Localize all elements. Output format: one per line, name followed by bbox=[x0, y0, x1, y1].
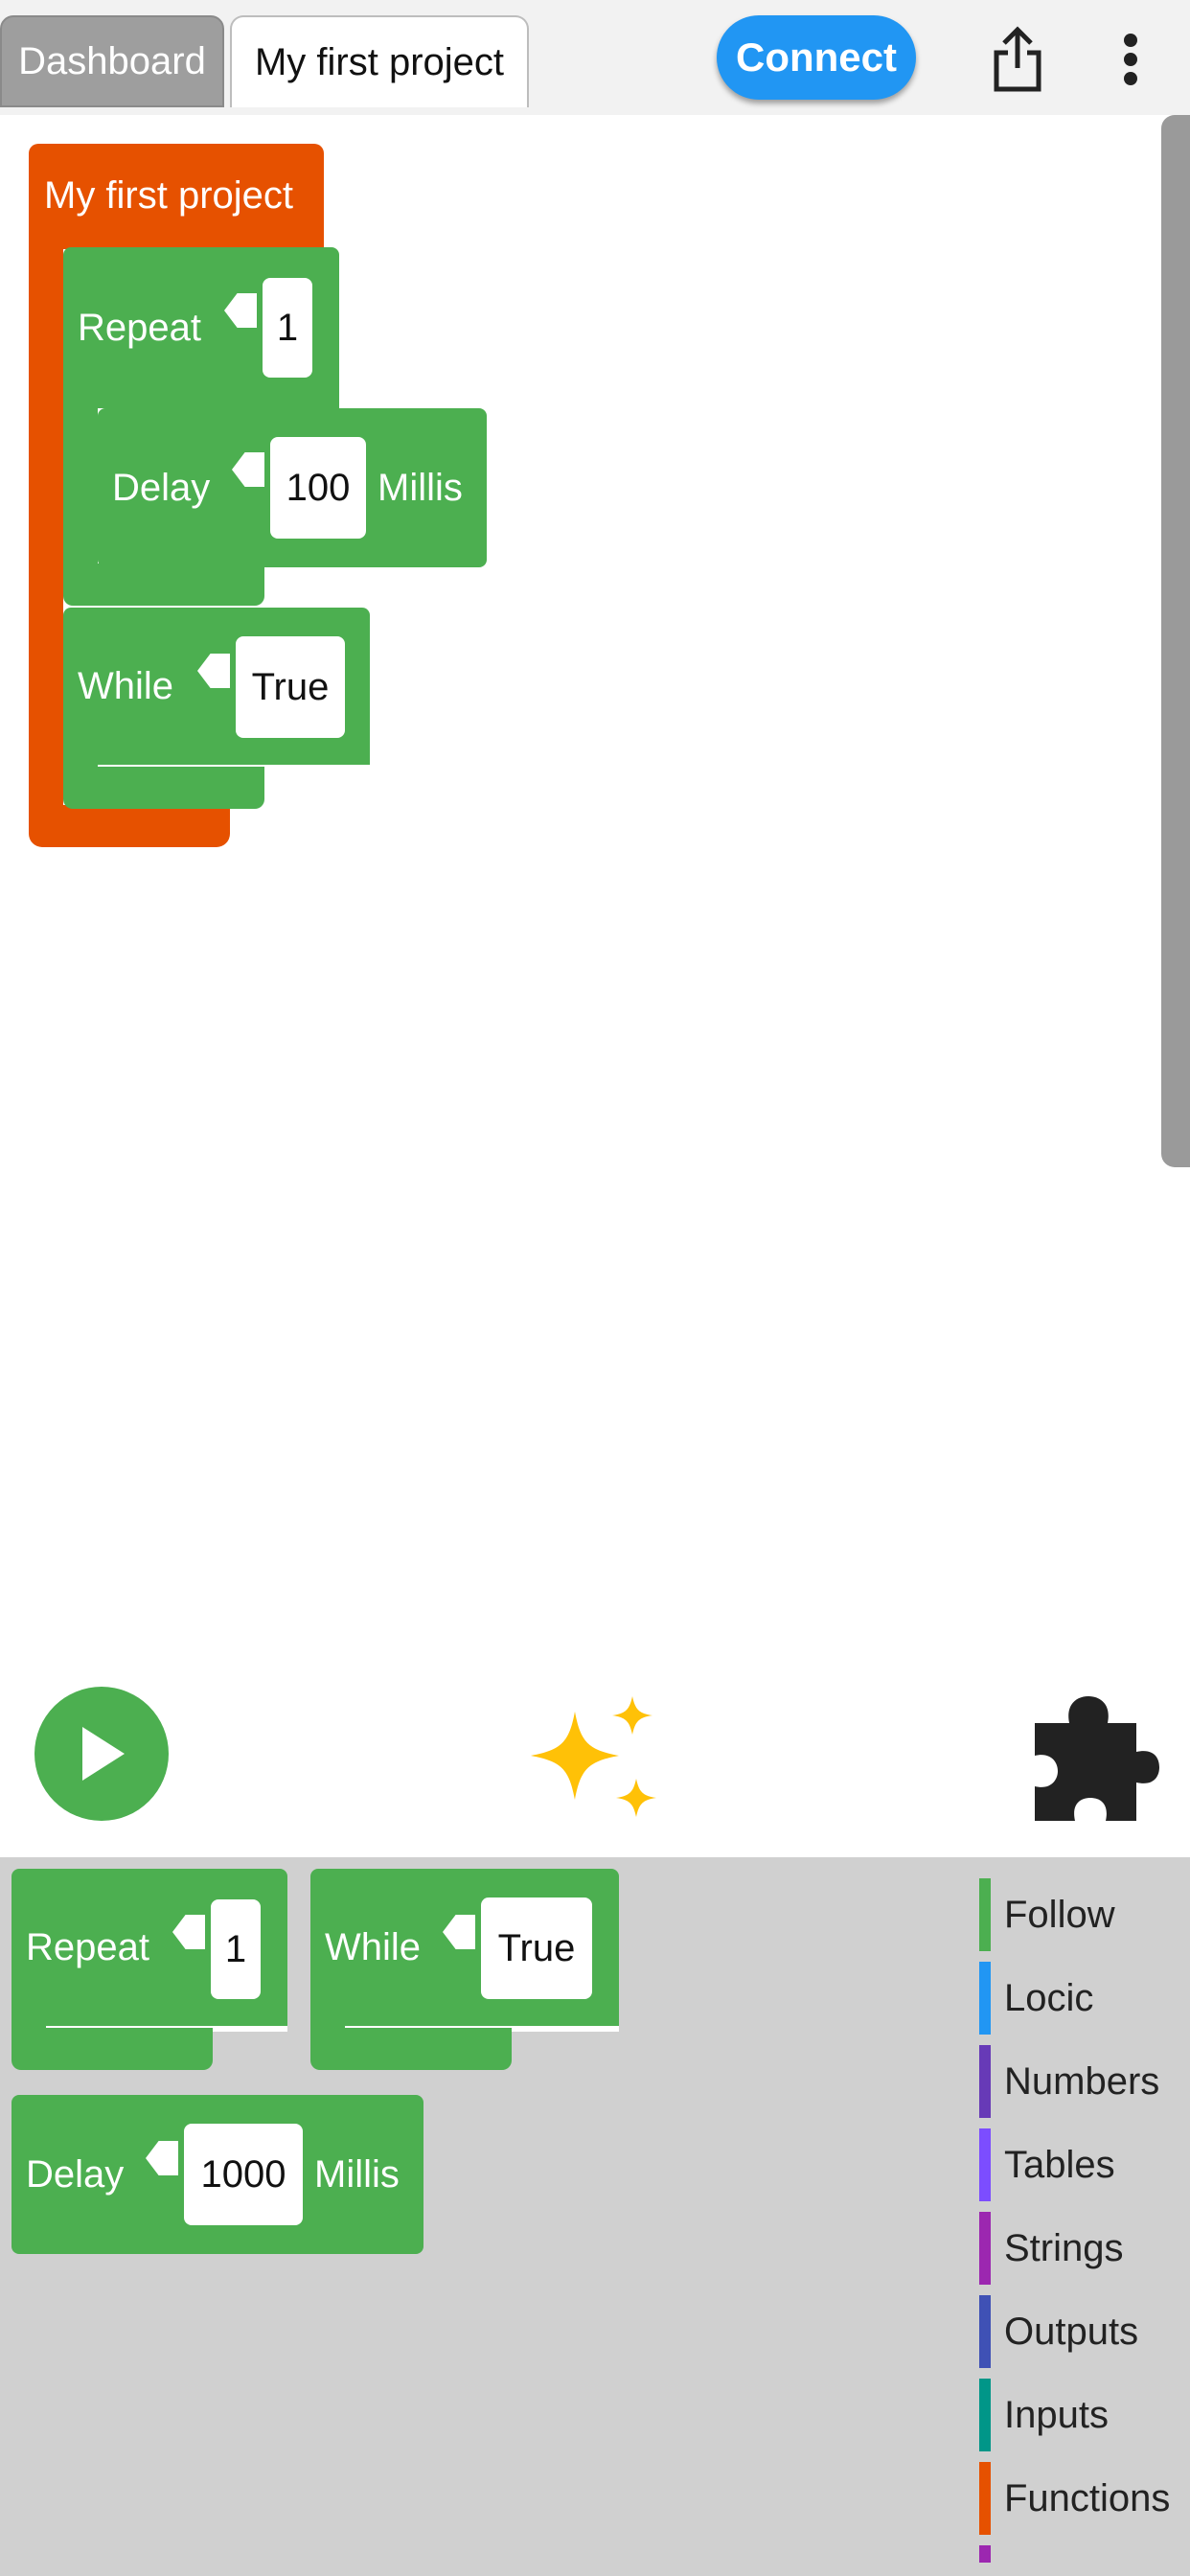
more-options-button[interactable] bbox=[1111, 19, 1150, 100]
run-button[interactable] bbox=[34, 1687, 169, 1821]
category-color-bar bbox=[979, 2379, 991, 2451]
category-label: Outputs bbox=[1004, 2310, 1139, 2353]
project-block-body bbox=[29, 240, 63, 815]
top-bar: Dashboard My first project Connect bbox=[0, 0, 1190, 115]
category-color-bar bbox=[979, 1878, 991, 1951]
delay-ms-input[interactable]: 100 bbox=[270, 437, 366, 539]
category-label: Functions bbox=[1004, 2476, 1171, 2519]
flyout-repeat-input[interactable]: 1 bbox=[211, 1899, 261, 1999]
category-color-bar bbox=[979, 1962, 991, 2035]
category-color-bar bbox=[979, 2462, 991, 2535]
flyout-repeat-footer bbox=[11, 2028, 213, 2070]
category-label: Tables bbox=[1004, 2143, 1115, 2186]
share-button[interactable] bbox=[987, 19, 1048, 100]
tab-dashboard[interactable]: Dashboard bbox=[0, 15, 224, 107]
category-label: Locic bbox=[1004, 1976, 1094, 2019]
flyout-delay-unit: Millis bbox=[314, 2153, 400, 2196]
project-block-footer bbox=[29, 805, 230, 847]
category-outputs[interactable]: Outputs bbox=[979, 2295, 1138, 2368]
delay-label: Delay bbox=[112, 467, 211, 509]
sparkle-icon bbox=[531, 1696, 656, 1817]
category-inputs[interactable]: Inputs bbox=[979, 2379, 1109, 2451]
flyout-delay-input[interactable]: 1000 bbox=[184, 2124, 303, 2225]
category-color-bar bbox=[979, 2295, 991, 2368]
while-condition-input[interactable]: True bbox=[236, 636, 345, 738]
while-label: While bbox=[78, 665, 174, 707]
repeat-label: Repeat bbox=[78, 307, 201, 349]
category-color-bar bbox=[979, 2128, 991, 2201]
flyout-repeat-label: Repeat bbox=[26, 1926, 149, 1968]
while-block-footer bbox=[63, 767, 264, 809]
category-label: Inputs bbox=[1004, 2393, 1109, 2436]
category-label: Numbers bbox=[1004, 2059, 1160, 2103]
flyout-delay-label: Delay bbox=[26, 2153, 125, 2196]
repeat-block-footer bbox=[63, 564, 264, 606]
delay-unit-label: Millis bbox=[378, 467, 463, 509]
category-locic[interactable]: Locic bbox=[979, 1962, 1093, 2035]
category-tables[interactable]: Tables bbox=[979, 2128, 1115, 2201]
more-vert-icon bbox=[1124, 34, 1137, 85]
connect-button[interactable]: Connect bbox=[717, 15, 916, 100]
play-icon bbox=[82, 1727, 125, 1781]
repeat-block-arm bbox=[63, 402, 98, 565]
workspace-scrollbar[interactable] bbox=[1161, 115, 1190, 1167]
category-label: Strings bbox=[1004, 2226, 1124, 2269]
share-icon bbox=[994, 26, 1041, 92]
flyout-while-footer bbox=[310, 2028, 512, 2070]
extensions-button[interactable] bbox=[1031, 1694, 1161, 1825]
category-more-indicator bbox=[979, 2545, 991, 2563]
flyout-while-input[interactable]: True bbox=[481, 1898, 592, 1999]
flyout-while-label: While bbox=[325, 1926, 422, 1968]
puzzle-icon bbox=[1035, 1696, 1159, 1821]
category-follow[interactable]: Follow bbox=[979, 1878, 1115, 1951]
category-functions[interactable]: Functions bbox=[979, 2462, 1170, 2535]
category-color-bar bbox=[979, 2045, 991, 2118]
category-strings[interactable]: Strings bbox=[979, 2212, 1124, 2285]
tab-my-first-project[interactable]: My first project bbox=[230, 15, 529, 107]
category-label: Follow bbox=[1004, 1893, 1115, 1936]
category-numbers[interactable]: Numbers bbox=[979, 2045, 1159, 2118]
ai-assist-button[interactable] bbox=[525, 1694, 665, 1828]
category-color-bar bbox=[979, 2212, 991, 2285]
repeat-count-input[interactable]: 1 bbox=[263, 278, 312, 378]
project-block-label: My first project bbox=[44, 174, 294, 217]
